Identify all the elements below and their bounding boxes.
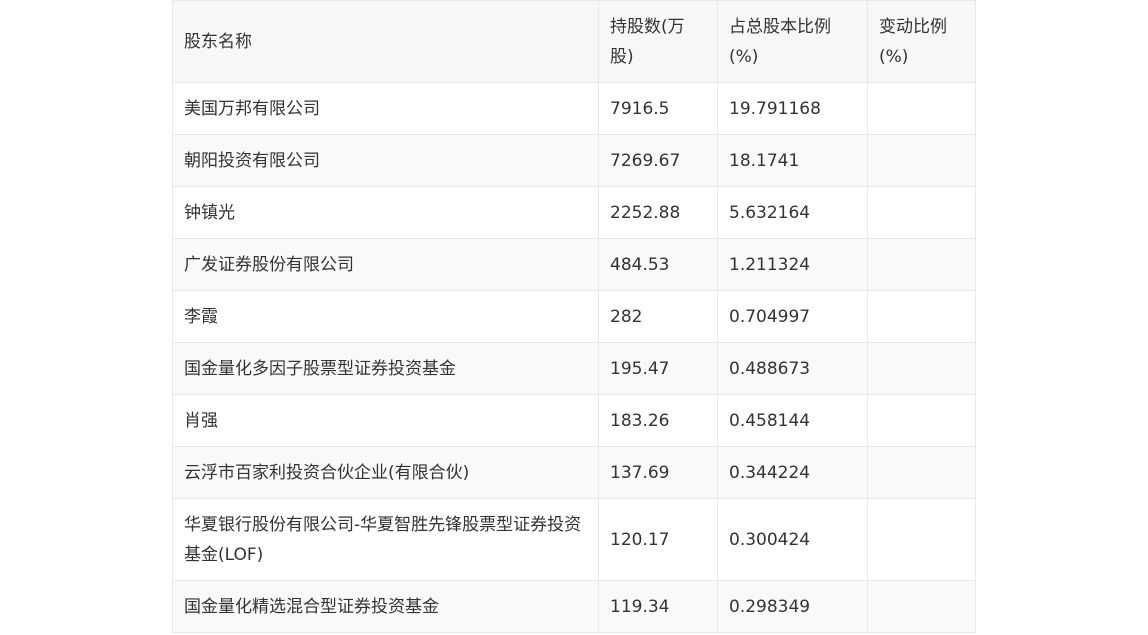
cell-share-ratio: 19.791168 bbox=[717, 82, 868, 135]
cell-share-ratio: 0.488673 bbox=[717, 342, 868, 395]
cell-change-ratio bbox=[867, 394, 976, 447]
cell-shareholder-name: 李霞 bbox=[172, 290, 599, 343]
cell-change-ratio bbox=[867, 238, 976, 291]
cell-shares-held: 183.26 bbox=[598, 394, 718, 447]
table-header-row: 股东名称 持股数(万股) 占总股本比例(%) 变动比例(%) bbox=[172, 0, 976, 83]
cell-shares-held: 7916.5 bbox=[598, 82, 718, 135]
cell-change-ratio bbox=[867, 446, 976, 499]
shareholder-table: 股东名称 持股数(万股) 占总股本比例(%) 变动比例(%) 美国万邦有限公司 … bbox=[172, 0, 976, 633]
cell-shareholder-name: 华夏银行股份有限公司-华夏智胜先锋股票型证券投资基金(LOF) bbox=[172, 498, 599, 581]
table-row: 国金量化精选混合型证券投资基金 119.34 0.298349 bbox=[172, 580, 976, 633]
cell-share-ratio: 0.458144 bbox=[717, 394, 868, 447]
table-row: 广发证券股份有限公司 484.53 1.211324 bbox=[172, 238, 976, 291]
cell-shareholder-name: 云浮市百家利投资合伙企业(有限合伙) bbox=[172, 446, 599, 499]
table-row: 钟镇光 2252.88 5.632164 bbox=[172, 186, 976, 239]
cell-shares-held: 2252.88 bbox=[598, 186, 718, 239]
cell-share-ratio: 5.632164 bbox=[717, 186, 868, 239]
cell-shares-held: 137.69 bbox=[598, 446, 718, 499]
header-shares-held: 持股数(万股) bbox=[598, 0, 718, 83]
cell-shares-held: 119.34 bbox=[598, 580, 718, 633]
cell-shareholder-name: 朝阳投资有限公司 bbox=[172, 134, 599, 187]
table-row: 朝阳投资有限公司 7269.67 18.1741 bbox=[172, 134, 976, 187]
cell-share-ratio: 0.298349 bbox=[717, 580, 868, 633]
cell-share-ratio: 1.211324 bbox=[717, 238, 868, 291]
table-row: 华夏银行股份有限公司-华夏智胜先锋股票型证券投资基金(LOF) 120.17 0… bbox=[172, 498, 976, 581]
cell-change-ratio bbox=[867, 134, 976, 187]
cell-shareholder-name: 国金量化多因子股票型证券投资基金 bbox=[172, 342, 599, 395]
cell-shares-held: 282 bbox=[598, 290, 718, 343]
cell-change-ratio bbox=[867, 580, 976, 633]
cell-share-ratio: 0.300424 bbox=[717, 498, 868, 581]
cell-change-ratio bbox=[867, 342, 976, 395]
cell-shares-held: 484.53 bbox=[598, 238, 718, 291]
cell-shareholder-name: 肖强 bbox=[172, 394, 599, 447]
cell-shares-held: 195.47 bbox=[598, 342, 718, 395]
cell-share-ratio: 0.344224 bbox=[717, 446, 868, 499]
table-row: 肖强 183.26 0.458144 bbox=[172, 394, 976, 447]
cell-shareholder-name: 美国万邦有限公司 bbox=[172, 82, 599, 135]
cell-change-ratio bbox=[867, 186, 976, 239]
table-row: 美国万邦有限公司 7916.5 19.791168 bbox=[172, 82, 976, 135]
cell-shareholder-name: 国金量化精选混合型证券投资基金 bbox=[172, 580, 599, 633]
cell-shareholder-name: 钟镇光 bbox=[172, 186, 599, 239]
cell-share-ratio: 18.1741 bbox=[717, 134, 868, 187]
cell-change-ratio bbox=[867, 290, 976, 343]
header-change-ratio: 变动比例(%) bbox=[867, 0, 976, 83]
cell-change-ratio bbox=[867, 82, 976, 135]
table-row: 李霞 282 0.704997 bbox=[172, 290, 976, 343]
cell-shares-held: 7269.67 bbox=[598, 134, 718, 187]
cell-change-ratio bbox=[867, 498, 976, 581]
header-share-ratio: 占总股本比例(%) bbox=[717, 0, 868, 83]
shareholder-table-container: 股东名称 持股数(万股) 占总股本比例(%) 变动比例(%) 美国万邦有限公司 … bbox=[172, 0, 976, 633]
cell-shareholder-name: 广发证券股份有限公司 bbox=[172, 238, 599, 291]
table-row: 云浮市百家利投资合伙企业(有限合伙) 137.69 0.344224 bbox=[172, 446, 976, 499]
cell-shares-held: 120.17 bbox=[598, 498, 718, 581]
table-row: 国金量化多因子股票型证券投资基金 195.47 0.488673 bbox=[172, 342, 976, 395]
cell-share-ratio: 0.704997 bbox=[717, 290, 868, 343]
header-shareholder-name: 股东名称 bbox=[172, 0, 599, 83]
